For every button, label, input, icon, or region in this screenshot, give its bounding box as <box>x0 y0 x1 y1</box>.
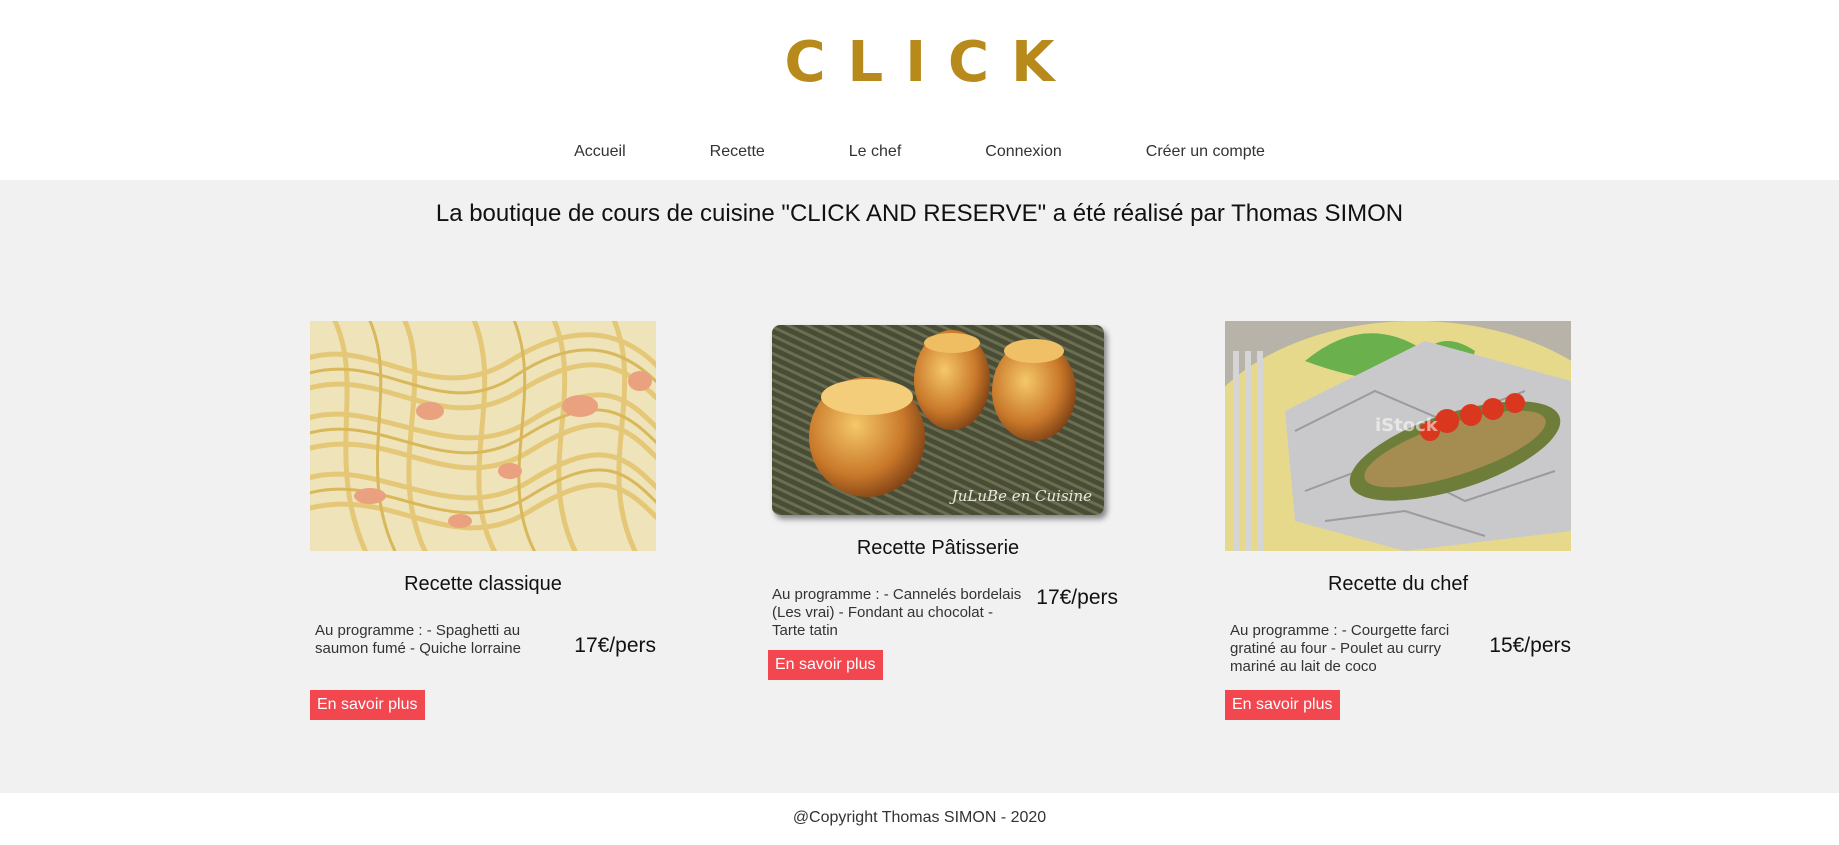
card-title: Recette Pâtisserie <box>856 537 1020 559</box>
card-price: 17€/pers <box>574 634 656 657</box>
nav-item-accueil[interactable]: Accueil <box>532 143 668 161</box>
card-description: Au programme : - Courgette farci gratiné… <box>1230 622 1450 675</box>
card-description: Au programme : - Spaghetti au saumon fum… <box>315 622 521 657</box>
image-watermark: iStock <box>1375 415 1439 436</box>
recipe-card-classique: Recette classique Au programme : - Spagh… <box>310 321 656 720</box>
card-price: 17€/pers <box>1036 586 1118 609</box>
main-content: La boutique de cours de cuisine "CLICK A… <box>0 180 1839 793</box>
page-intro: La boutique de cours de cuisine "CLICK A… <box>435 200 1404 227</box>
stuffed-zucchini-photo: iStock <box>1225 321 1571 551</box>
card-title: Recette du chef <box>1327 573 1469 595</box>
nav-item-le-chef[interactable]: Le chef <box>807 143 943 161</box>
card-price: 15€/pers <box>1489 634 1571 657</box>
spaghetti-photo <box>310 321 656 551</box>
card-title: Recette classique <box>404 573 562 595</box>
nav-item-creer-un-compte[interactable]: Créer un compte <box>1104 143 1307 161</box>
brand-logo[interactable]: CLICK <box>0 30 1839 95</box>
en-savoir-plus-button[interactable]: En savoir plus <box>768 650 883 680</box>
en-savoir-plus-button[interactable]: En savoir plus <box>310 690 425 720</box>
en-savoir-plus-button[interactable]: En savoir plus <box>1225 690 1340 720</box>
copyright-text: @Copyright Thomas SIMON - 2020 <box>792 809 1047 826</box>
image-caption: JuLuBe en Cuisine <box>949 487 1092 505</box>
recipe-card-chef: iStock Recette du chef Au programme : - … <box>1225 321 1571 720</box>
canneles-photo: JuLuBe en Cuisine <box>772 325 1104 515</box>
card-description: Au programme : - Cannelés bordelais (Les… <box>772 586 1022 639</box>
site-header: CLICK Accueil Recette Le chef Connexion … <box>0 0 1839 180</box>
recipe-card-patisserie: JuLuBe en Cuisine Recette Pâtisserie Au … <box>768 325 1118 680</box>
site-footer: @Copyright Thomas SIMON - 2020 <box>0 793 1839 845</box>
nav-item-recette[interactable]: Recette <box>668 143 807 161</box>
nav-item-connexion[interactable]: Connexion <box>943 143 1104 161</box>
main-nav: Accueil Recette Le chef Connexion Créer … <box>0 143 1839 161</box>
